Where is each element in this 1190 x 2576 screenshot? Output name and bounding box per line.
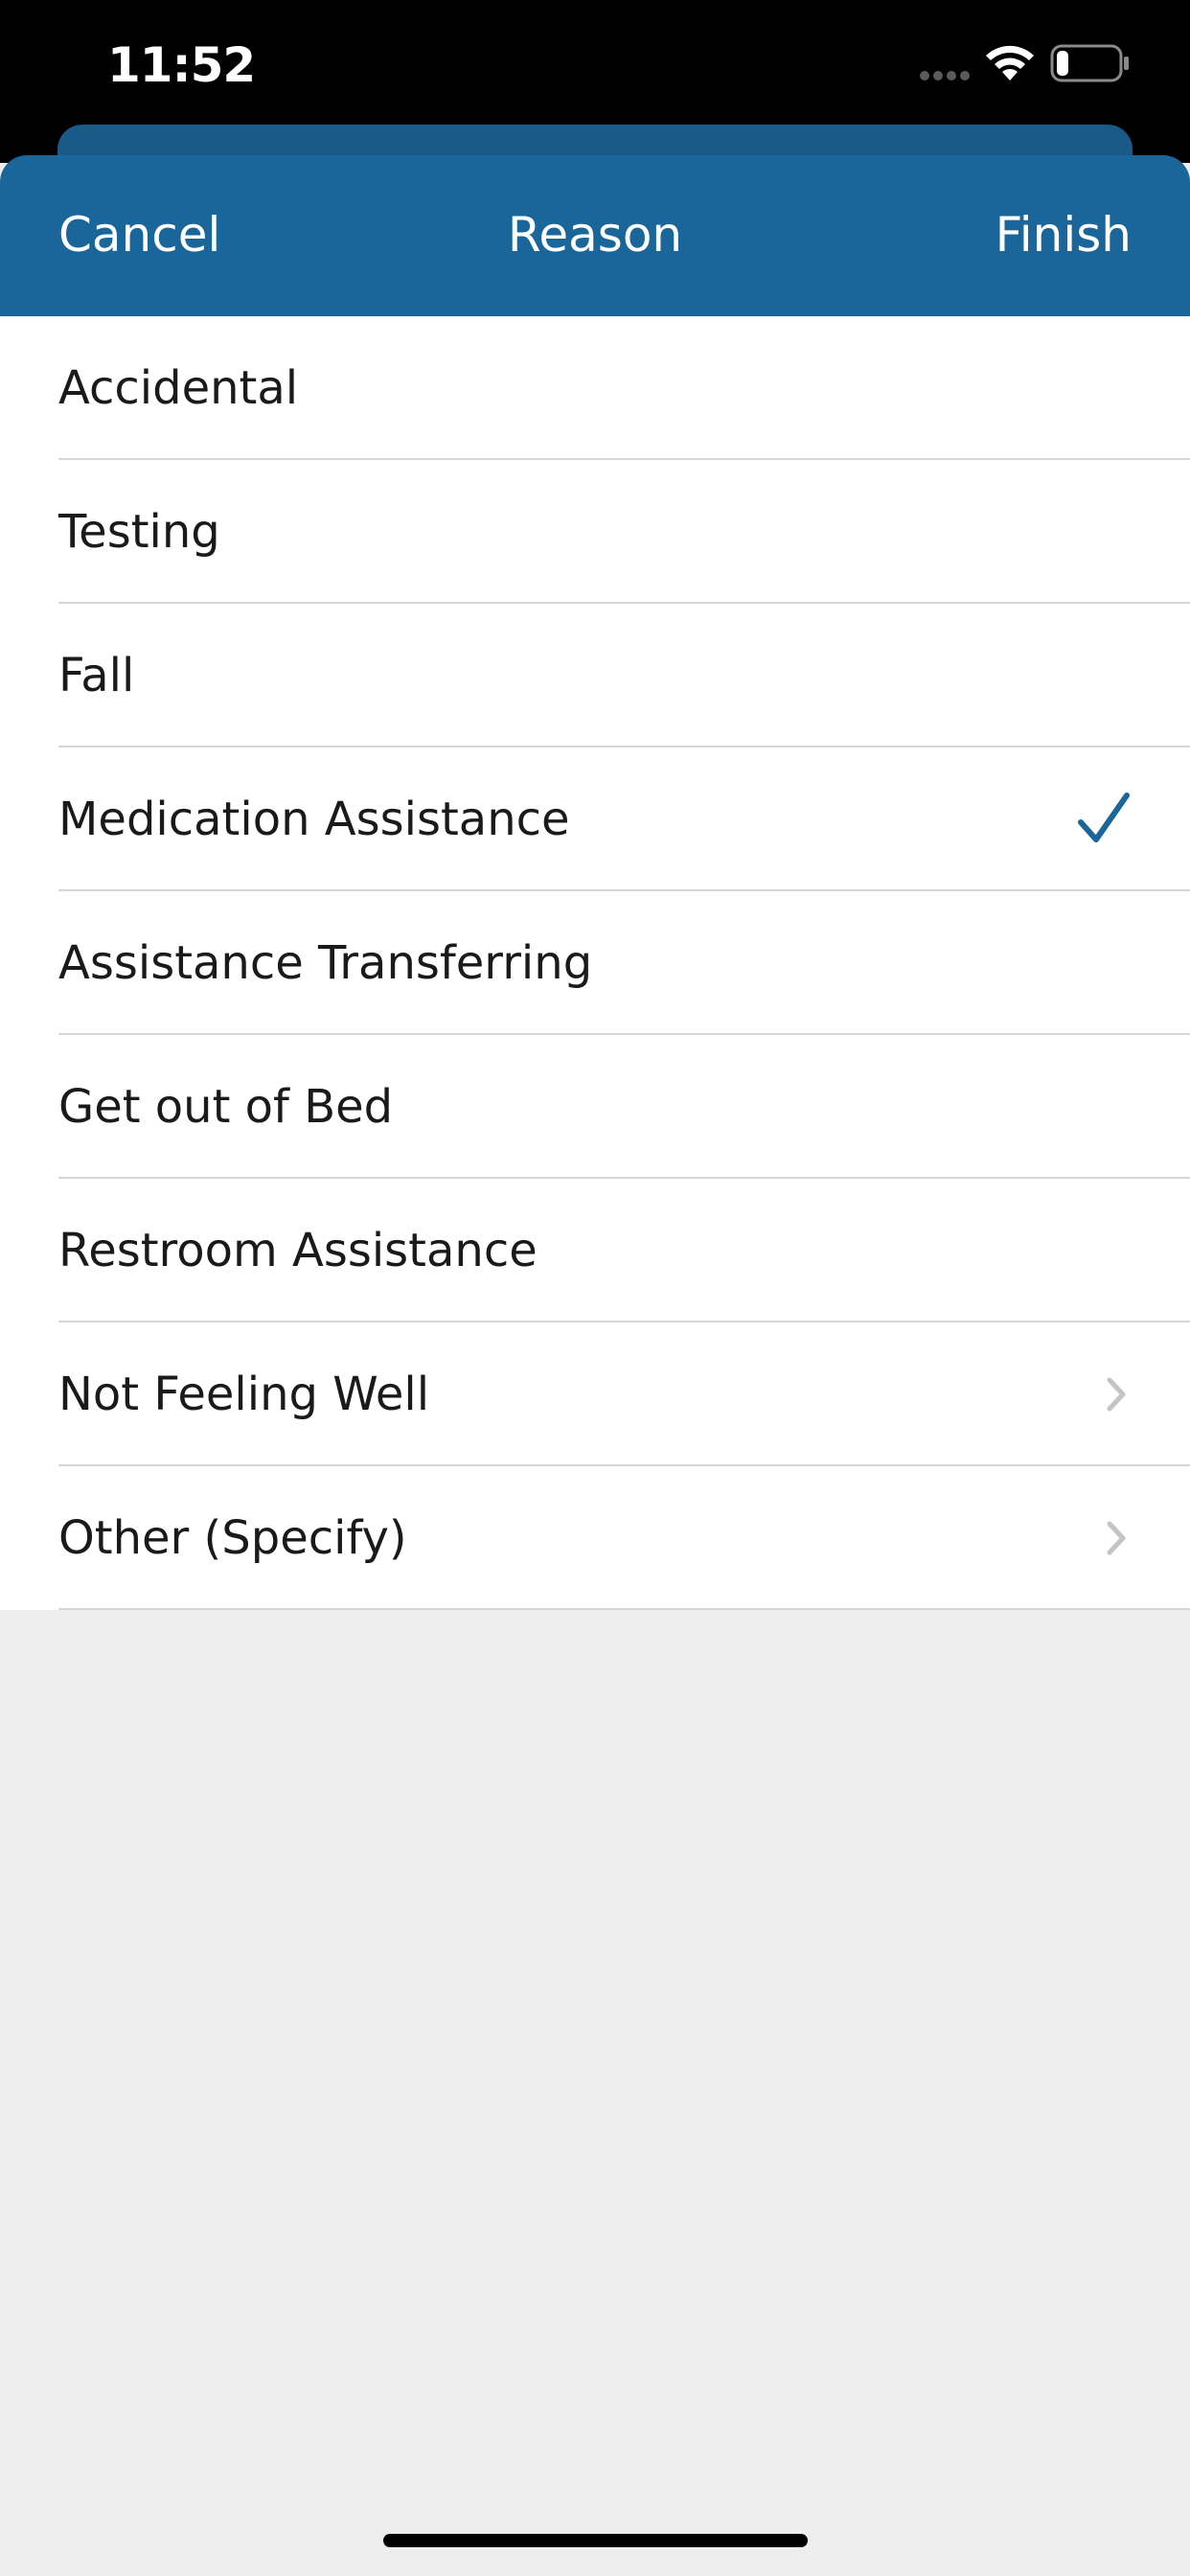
reason-label: Other (Specify) <box>58 1511 407 1565</box>
reason-label: Restroom Assistance <box>58 1224 538 1277</box>
reason-label: Fall <box>58 649 135 702</box>
reason-row[interactable]: Fall <box>0 604 1190 748</box>
reason-label: Not Feeling Well <box>58 1368 430 1421</box>
reason-list: Accidental Testing Fall Medication Assistan… <box>0 316 1190 1610</box>
reason-row[interactable]: Accidental <box>0 316 1190 460</box>
navigation-bar: Reason Cancel Finish <box>0 155 1190 316</box>
reason-label: Accidental <box>58 361 299 415</box>
reason-row[interactable]: Other (Specify) <box>0 1466 1190 1610</box>
cancel-button[interactable]: Cancel <box>58 203 220 266</box>
reason-row[interactable]: Testing <box>0 460 1190 604</box>
finish-button[interactable]: Finish <box>995 203 1132 266</box>
chevron-right-icon <box>1107 1521 1126 1555</box>
chevron-right-icon <box>1107 1377 1126 1412</box>
reason-label: Get out of Bed <box>58 1080 394 1134</box>
reason-row[interactable]: Assistance Transferring <box>0 891 1190 1035</box>
reason-row[interactable]: Get out of Bed <box>0 1035 1190 1179</box>
status-time: 11:52 <box>107 37 256 93</box>
reason-label: Testing <box>58 505 220 559</box>
battery-low-icon <box>1050 44 1129 82</box>
checkmark-icon <box>1078 793 1130 842</box>
reason-row[interactable]: Not Feeling Well <box>0 1322 1190 1466</box>
home-indicator <box>383 2534 808 2547</box>
reason-label: Assistance Transferring <box>58 936 593 990</box>
reason-label: Medication Assistance <box>58 793 570 846</box>
reason-row[interactable]: Medication Assistance <box>0 748 1190 891</box>
wifi-icon <box>986 45 1034 80</box>
reason-row[interactable]: Restroom Assistance <box>0 1179 1190 1322</box>
signal-dots-icon <box>920 71 970 80</box>
